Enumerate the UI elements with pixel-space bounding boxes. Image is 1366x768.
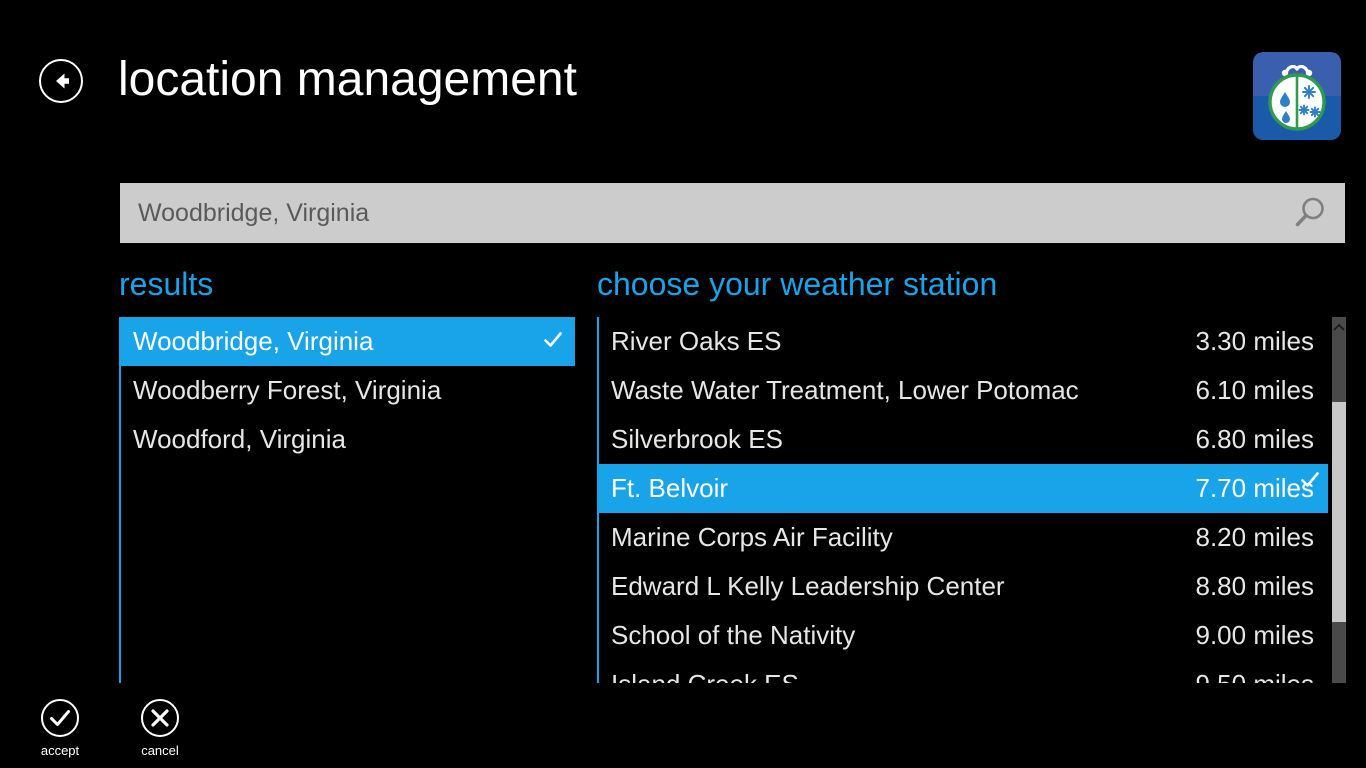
station-row-label: Silverbrook ES (611, 424, 783, 454)
station-row-distance: 3.30 miles (1195, 326, 1315, 356)
accept-button-label: accept (40, 743, 80, 758)
close-circle-icon (141, 699, 179, 737)
checkmark-icon (1301, 472, 1319, 487)
app-logo (1253, 52, 1341, 140)
chevron-up-icon[interactable] (1332, 321, 1346, 335)
result-row[interactable]: Woodbridge, Virginia (121, 317, 575, 366)
app-bar: accept cancel (0, 688, 1366, 768)
station-row-label: Marine Corps Air Facility (611, 522, 893, 552)
result-row-label: Woodford, Virginia (133, 424, 346, 454)
scrollbar-thumb[interactable] (1332, 402, 1346, 622)
station-row[interactable]: Edward L Kelly Leadership Center 8.80 mil… (599, 562, 1328, 611)
station-row-label: Ft. Belvoir (611, 473, 729, 503)
stations-scrollbar[interactable] (1332, 317, 1346, 683)
results-heading: results (119, 266, 214, 302)
station-row-label: Waste Water Treatment, Lower Potomac (611, 375, 1079, 405)
stations-heading: choose your weather station (597, 266, 998, 302)
results-list[interactable]: Woodbridge, Virginia Woodberry Forest, Vi… (119, 317, 575, 683)
station-row[interactable]: River Oaks ES 3.30 miles (599, 317, 1328, 366)
stations-list[interactable]: River Oaks ES 3.30 miles Waste Water Treat… (597, 317, 1328, 683)
station-row[interactable]: Island Creek ES 9.50 miles (599, 660, 1328, 683)
search-button[interactable] (1273, 183, 1345, 243)
result-row[interactable]: Woodford, Virginia (121, 415, 575, 464)
page-title: location management (118, 53, 577, 106)
accept-button[interactable]: accept (15, 698, 105, 759)
station-row-distance: 8.20 miles (1195, 522, 1315, 552)
search-icon (1295, 197, 1324, 227)
station-row[interactable]: Marine Corps Air Facility 8.20 miles (599, 513, 1328, 562)
station-row-label: Edward L Kelly Leadership Center (611, 571, 1005, 601)
back-arrow-icon (39, 59, 83, 103)
station-row-label: Island Creek ES (611, 660, 799, 683)
back-button[interactable] (38, 58, 84, 104)
station-row[interactable]: Ft. Belvoir 7.70 miles (599, 464, 1328, 513)
station-row-distance: 8.80 miles (1195, 571, 1315, 601)
station-row-label: River Oaks ES (611, 326, 782, 356)
weather-bug-app-logo (1253, 52, 1341, 140)
cancel-button-label: cancel (141, 743, 179, 758)
station-row-label: School of the Nativity (611, 620, 856, 650)
station-row-distance: 6.10 miles (1195, 375, 1315, 405)
result-row-label: Woodbridge, Virginia (133, 326, 374, 356)
station-row[interactable]: Silverbrook ES 6.80 miles (599, 415, 1328, 464)
cancel-button[interactable]: cancel (115, 698, 205, 759)
page-header: location management (0, 0, 1366, 165)
result-row-label: Woodberry Forest, Virginia (133, 375, 442, 405)
result-row[interactable]: Woodberry Forest, Virginia (121, 366, 575, 415)
station-row-distance: 9.00 miles (1195, 620, 1315, 650)
check-circle-icon (41, 699, 79, 737)
station-row[interactable]: School of the Nativity 9.00 miles (599, 611, 1328, 660)
search-input[interactable] (120, 183, 1273, 243)
station-row[interactable]: Waste Water Treatment, Lower Potomac 6.10… (599, 366, 1328, 415)
checkmark-icon (544, 332, 562, 347)
station-row-distance: 9.50 miles (1196, 660, 1329, 683)
station-row-distance: 6.80 miles (1195, 424, 1315, 454)
search-bar[interactable] (120, 183, 1345, 243)
